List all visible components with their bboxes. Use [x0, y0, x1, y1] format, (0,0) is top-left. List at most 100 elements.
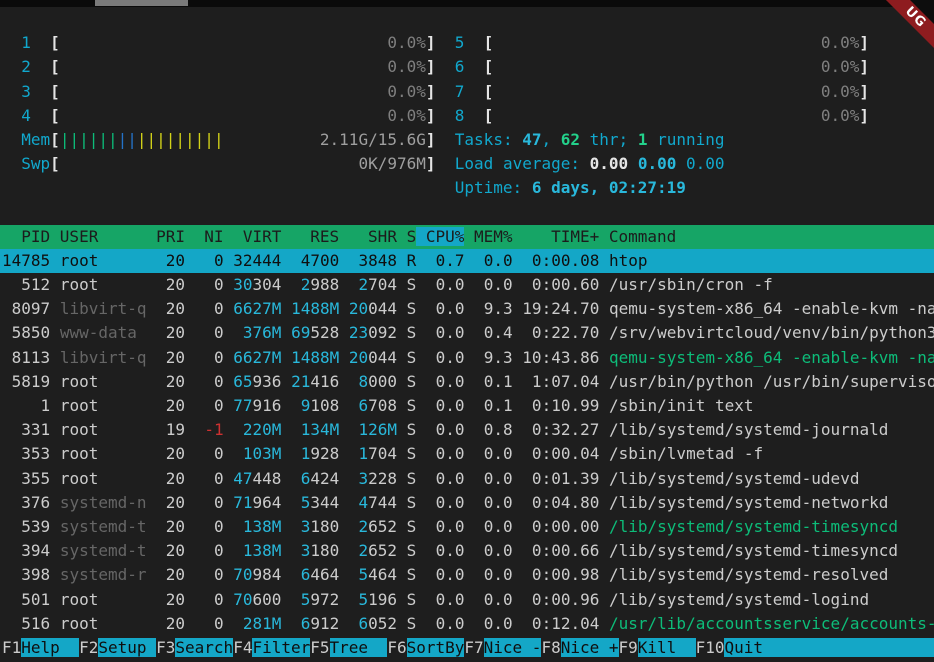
mem-pct-cell: 0.0 — [474, 469, 513, 488]
process-row-331[interactable]: 331 root 19 -1 220M 134M 126M S 0.0 0.8 … — [0, 418, 934, 442]
fn-action-nice-[interactable]: Nice + — [561, 638, 619, 657]
process-row-501[interactable]: 501 root 20 0 70600 5972 5196 S 0.0 0.0 … — [0, 588, 934, 612]
sort-column-cpu[interactable]: CPU% — [416, 227, 464, 246]
window-drag-handle[interactable] — [95, 0, 188, 6]
mem-bars-cache: ||||||||| — [137, 130, 224, 149]
process-row-376[interactable]: 376 systemd-n 20 0 71964 5344 4744 S 0.0… — [0, 491, 934, 515]
fn-action-setup[interactable]: Setup — [98, 638, 156, 657]
mem-pct-cell: 0.0 — [474, 590, 513, 609]
state-cell: R — [397, 251, 426, 270]
fn-key-f2[interactable]: F2 — [79, 638, 98, 657]
text-run — [599, 493, 609, 512]
user-cell: root — [60, 444, 147, 463]
priority-cell: 20 — [156, 541, 185, 560]
fn-key-f3[interactable]: F3 — [156, 638, 175, 657]
process-row-512[interactable]: 512 root 20 0 30304 2988 2704 S 0.0 0.0 … — [0, 273, 934, 297]
fn-action-sortby[interactable]: SortBy — [407, 638, 465, 657]
fn-action-help[interactable]: Help — [21, 638, 79, 657]
process-row-516[interactable]: 516 root 20 0 281M 6912 6052 S 0.0 0.0 0… — [0, 612, 934, 636]
res-cell: 9 — [291, 396, 310, 415]
state-cell: S — [397, 541, 426, 560]
shr-cell: 652 — [368, 517, 397, 536]
pid-cell: 355 — [2, 469, 50, 488]
priority-cell: 20 — [156, 517, 185, 536]
text-run — [185, 541, 195, 560]
process-row-8113[interactable]: 8113 libvirt-q 20 0 6627M 1488M 20044 S … — [0, 346, 934, 370]
meter-bracket: ] — [426, 130, 436, 149]
shr-cell: 6 — [349, 614, 368, 633]
virt-cell: 70 — [233, 565, 252, 584]
res-cell: 988 — [310, 275, 339, 294]
text-run — [599, 541, 609, 560]
time-cell: 10:43.86 — [522, 348, 599, 367]
user-cell: root — [60, 251, 147, 270]
text-run — [2, 178, 455, 197]
fn-key-f10[interactable]: F10 — [696, 638, 725, 657]
state-cell: S — [397, 493, 426, 512]
fn-key-f9[interactable]: F9 — [619, 638, 638, 657]
fn-key-f7[interactable]: F7 — [464, 638, 483, 657]
fn-action-filter[interactable]: Filter — [252, 638, 310, 657]
pid-cell: 8097 — [2, 299, 50, 318]
nice-cell: 0 — [195, 565, 224, 584]
text-run — [50, 323, 60, 342]
process-row-5819[interactable]: 5819 root 20 0 65936 21416 8000 S 0.0 0.… — [0, 370, 934, 394]
text-run — [224, 130, 320, 149]
process-row-1[interactable]: 1 root 20 0 77916 9108 6708 S 0.0 0.1 0:… — [0, 394, 934, 418]
process-row-353[interactable]: 353 root 20 0 103M 1928 1704 S 0.0 0.0 0… — [0, 442, 934, 466]
text-run — [224, 396, 234, 415]
text-run — [599, 614, 609, 633]
process-row-355[interactable]: 355 root 20 0 47448 6424 3228 S 0.0 0.0 … — [0, 467, 934, 491]
pid-cell: 353 — [2, 444, 50, 463]
fn-key-f8[interactable]: F8 — [541, 638, 560, 657]
text-run — [513, 396, 523, 415]
text-run — [50, 444, 60, 463]
res-cell: 5 — [291, 590, 310, 609]
process-row-8097[interactable]: 8097 libvirt-q 20 0 6627M 1488M 20044 S … — [0, 297, 934, 321]
fn-key-f5[interactable]: F5 — [310, 638, 329, 657]
fn-action-kill[interactable]: Kill — [638, 638, 696, 657]
process-table-header[interactable]: PID USER PRI NI VIRT RES SHR S CPU% MEM%… — [0, 225, 934, 249]
text-run — [224, 299, 234, 318]
fn-action-nice-[interactable]: Nice - — [484, 638, 542, 657]
process-row-14785[interactable]: 14785 root 20 0 32444 4700 3848 R 0.7 0.… — [0, 249, 934, 273]
mem-pct-cell: 0.0 — [474, 614, 513, 633]
fn-action-tree[interactable]: Tree — [330, 638, 388, 657]
user-cell: www-data — [60, 323, 147, 342]
cpu-pct-cell: 0.7 — [426, 251, 465, 270]
fn-key-f4[interactable]: F4 — [233, 638, 252, 657]
cpu-meter-value: 0.0% — [387, 82, 426, 101]
virt-cell: 30 — [233, 275, 252, 294]
function-key-bar[interactable]: F1Help F2Setup F3SearchF4FilterF5Tree F6… — [0, 636, 934, 660]
virt-cell: 304 — [253, 275, 282, 294]
text-run — [224, 420, 234, 439]
text-run — [513, 372, 523, 391]
text-run — [224, 275, 234, 294]
text-run — [281, 517, 291, 536]
time-cell: 0:00.00 — [522, 517, 599, 536]
shr-cell: 3848 — [349, 251, 397, 270]
cpu-pct-cell: 0.0 — [426, 323, 465, 342]
text-run — [185, 372, 195, 391]
process-row-398[interactable]: 398 systemd-r 20 0 70984 6464 5464 S 0.0… — [0, 563, 934, 587]
text-run — [339, 444, 349, 463]
text-run — [464, 106, 483, 125]
time-cell: 0:00.96 — [522, 590, 599, 609]
time-cell: 0:00.66 — [522, 541, 599, 560]
fn-key-f1[interactable]: F1 — [2, 638, 21, 657]
text-run — [147, 517, 157, 536]
fn-action-search[interactable]: Search — [175, 638, 233, 657]
shr-cell: 5 — [349, 565, 368, 584]
process-row-394[interactable]: 394 systemd-t 20 0 138M 3180 2652 S 0.0 … — [0, 539, 934, 563]
fn-action-quit[interactable]: Quit — [724, 638, 934, 657]
state-cell: S — [397, 614, 426, 633]
shr-cell: 744 — [368, 493, 397, 512]
cpu-index: 3 — [21, 82, 31, 101]
fn-key-f6[interactable]: F6 — [387, 638, 406, 657]
text-run — [513, 299, 523, 318]
text-run — [599, 420, 609, 439]
process-row-539[interactable]: 539 systemd-t 20 0 138M 3180 2652 S 0.0 … — [0, 515, 934, 539]
text-run — [60, 33, 388, 52]
process-row-5850[interactable]: 5850 www-data 20 0 376M 69528 23092 S 0.… — [0, 321, 934, 345]
blank-line — [0, 201, 934, 225]
